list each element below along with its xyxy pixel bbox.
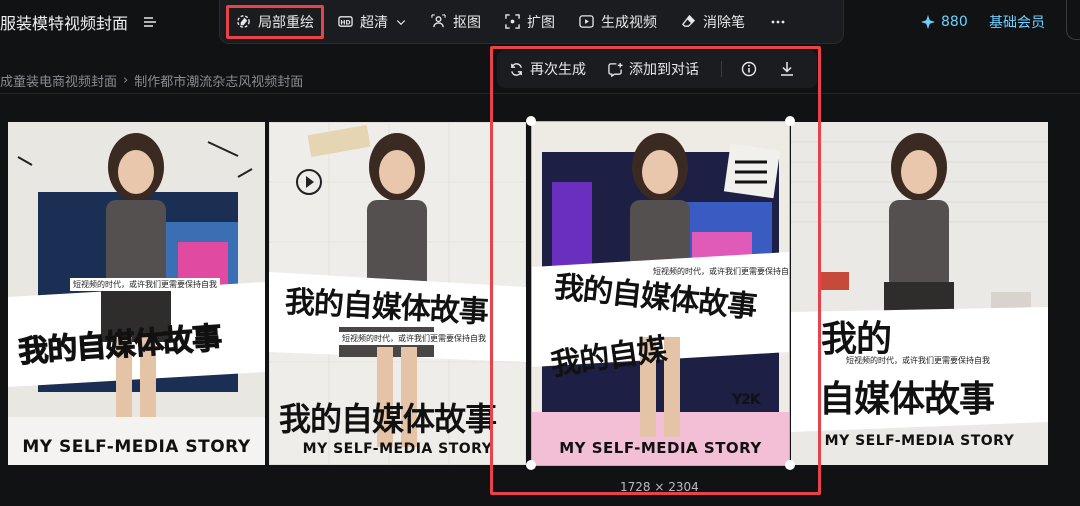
generate-video-label: 生成视频	[601, 14, 657, 31]
rename-menu-icon[interactable]	[142, 14, 158, 30]
poster-2-title-bottom: 我的自媒体故事	[279, 400, 497, 438]
poster-4-title-mid: 自媒体故事	[819, 379, 995, 420]
more-button[interactable]	[761, 5, 795, 39]
breadcrumb-divider	[0, 93, 1080, 94]
poster-3-tag: Y2K	[732, 392, 761, 408]
info-icon	[741, 61, 757, 77]
inpaint-button[interactable]: 局部重绘	[226, 4, 324, 39]
expand-icon	[505, 14, 520, 29]
breadcrumb: 成童装电商视频封面 › 制作都市潮流杂志风视频封面	[0, 70, 303, 90]
generate-video-button[interactable]: 生成视频	[569, 5, 667, 39]
resize-handle-tl[interactable]	[526, 116, 536, 126]
poster-1-subtitle: 短视频的时代，或许我们更需要保持自我	[70, 278, 220, 291]
poster-thumbnail-4[interactable]: 我的 短视频的时代，或许我们更需要保持自我 自媒体故事 MY SELF-MEDI…	[791, 122, 1048, 465]
credits-value: 880	[941, 14, 968, 30]
sparkle-icon	[921, 15, 935, 29]
project-title-text: 服装模特视频封面	[0, 14, 129, 33]
regenerate-button[interactable]: 再次生成	[509, 59, 586, 79]
action-separator	[721, 61, 722, 77]
image-toolbar: 局部重绘 HD 超清 抠图 扩图 生成视频 消除笔	[219, 0, 844, 44]
credits-balance[interactable]: 880	[921, 10, 968, 34]
hd-label: 超清	[360, 14, 388, 31]
poster-thumbnail-3[interactable]: 短视频的时代，或许我们更需要保持自我 我的自媒体故事 我的自媒 Y2K MY S…	[532, 122, 789, 465]
resize-handle-bl[interactable]	[526, 460, 536, 470]
poster-thumbnail-1[interactable]: 短视频的时代，或许我们更需要保持自我 我的自媒体故事 MY SELF-MEDIA…	[8, 122, 265, 465]
poster-4-subtitle: 短视频的时代，或许我们更需要保持自我	[843, 354, 993, 367]
poster-thumbnail-2[interactable]: 我的自媒体故事 短视频的时代，或许我们更需要保持自我 我的自媒体故事 MY SE…	[269, 122, 526, 465]
poster-2-subtitle: 短视频的时代，或许我们更需要保持自我	[339, 332, 489, 345]
poster-2-caption: MY SELF-MEDIA STORY	[302, 441, 493, 457]
resize-handle-br[interactable]	[785, 460, 795, 470]
cutout-person-icon	[431, 14, 446, 28]
project-title[interactable]: 服装模特视频封面	[0, 8, 158, 36]
poster-1-caption: MY SELF-MEDIA STORY	[22, 437, 251, 457]
svg-text:HD: HD	[340, 19, 350, 26]
hd-icon: HD	[338, 16, 353, 27]
inpaint-brush-icon	[237, 15, 250, 28]
inpaint-label: 局部重绘	[258, 14, 314, 31]
eraser-icon	[682, 14, 696, 27]
poster-4-caption: MY SELF-MEDIA STORY	[824, 433, 1015, 449]
eraser-label: 消除笔	[703, 14, 745, 31]
cutout-button[interactable]: 抠图	[421, 5, 491, 39]
poster-artwork-1	[8, 122, 265, 465]
breadcrumb-item-2[interactable]: 制作都市潮流杂志风视频封面	[134, 71, 303, 90]
add-to-chat-button[interactable]: 添加到对话	[608, 59, 699, 79]
download-button[interactable]	[776, 58, 798, 80]
resize-handle-tr[interactable]	[785, 116, 795, 126]
chevron-down-icon	[396, 19, 406, 25]
expand-button[interactable]: 扩图	[495, 5, 565, 39]
video-play-icon	[579, 15, 594, 28]
membership-link[interactable]: 基础会员	[989, 10, 1045, 34]
breadcrumb-separator: ›	[123, 72, 129, 88]
add-to-chat-label: 添加到对话	[629, 62, 699, 78]
cutout-label: 抠图	[453, 14, 481, 31]
add-chat-icon	[608, 62, 623, 77]
breadcrumb-item-1[interactable]: 成童装电商视频封面	[0, 71, 117, 90]
image-action-bar: 再次生成 添加到对话	[497, 50, 817, 88]
poster-3-caption: MY SELF-MEDIA STORY	[559, 439, 762, 457]
more-dots-icon	[771, 20, 785, 23]
expand-label: 扩图	[527, 14, 555, 31]
regenerate-label: 再次生成	[530, 62, 586, 78]
window-edge	[1066, 0, 1080, 40]
info-button[interactable]	[738, 58, 760, 80]
download-icon	[781, 62, 793, 76]
refresh-icon	[511, 62, 522, 76]
hd-button[interactable]: HD 超清	[328, 5, 417, 39]
eraser-button[interactable]: 消除笔	[671, 5, 755, 39]
resolution-label: 1728 × 2304	[620, 480, 699, 494]
